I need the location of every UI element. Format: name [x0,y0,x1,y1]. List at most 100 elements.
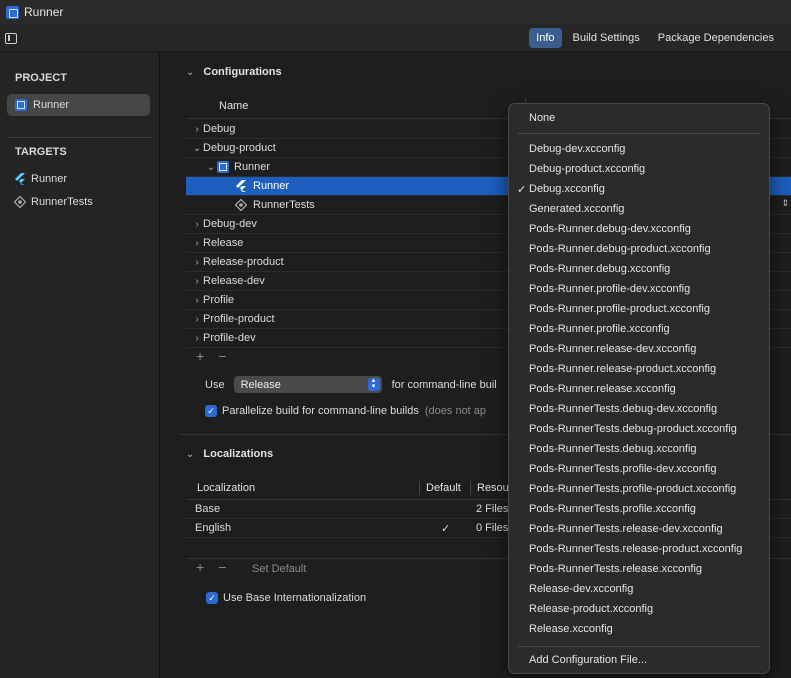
chevron-right-icon[interactable]: › [191,333,203,344]
test-target-icon [14,196,26,208]
menu-item[interactable]: Pods-RunnerTests.release.xcconfig [529,559,702,579]
chevron-down-icon[interactable]: ⌄ [186,67,194,78]
menu-item-none[interactable]: None [529,108,555,128]
menu-item[interactable]: Pods-Runner.profile.xcconfig [529,319,670,339]
tab-package-dependencies[interactable]: Package Dependencies [651,28,781,48]
default-check: ✓ [441,523,451,535]
menu-item[interactable]: Release-product.xcconfig [529,599,653,619]
config-name: Profile [203,294,235,306]
sidebar-item-label: Runner [31,173,68,185]
resources-column-header[interactable]: Resou [477,482,509,494]
menu-item[interactable]: Pods-Runner.profile-product.xcconfig [529,299,710,319]
localization-name: English [195,522,232,534]
parallelize-checkbox[interactable]: ✓ [205,405,217,417]
add-icon[interactable]: + [196,559,204,575]
chevron-down-icon[interactable]: ⌄ [191,143,203,154]
menu-item[interactable]: Pods-RunnerTests.profile-product.xcconfi… [529,479,736,499]
localization-add-remove: + − [196,559,226,575]
localization-column-header[interactable]: Localization [197,482,255,494]
menu-item[interactable]: Pods-Runner.debug-dev.xcconfig [529,219,691,239]
menu-item[interactable]: Pods-RunnerTests.profile-dev.xcconfig [529,459,717,479]
chevron-right-icon[interactable]: › [191,124,203,135]
config-name: Release-dev [203,275,265,287]
tab-build-settings[interactable]: Build Settings [566,28,647,48]
menu-item[interactable]: Pods-RunnerTests.debug-product.xcconfig [529,419,737,439]
test-target-icon [235,199,247,211]
chevron-down-icon[interactable]: ⌄ [205,162,217,173]
configurations-title: Configurations [203,66,282,78]
menu-item[interactable]: Release-dev.xcconfig [529,579,633,599]
chevron-right-icon[interactable]: › [191,276,203,287]
localizations-header[interactable]: ⌄ Localizations [186,448,273,460]
chevron-right-icon[interactable]: › [191,219,203,230]
config-name: Runner [253,180,290,192]
chevron-down-icon[interactable]: ⌄ [186,449,194,460]
parallelize-row: ✓ Parallelize build for command-line bui… [205,405,486,417]
menu-item[interactable]: Pods-RunnerTests.release-dev.xcconfig [529,519,723,539]
column-divider [470,481,471,495]
remove-icon[interactable]: − [218,559,226,575]
menu-item[interactable]: Pods-Runner.debug.xcconfig [529,259,670,279]
popup-arrows-icon[interactable]: ⇕ [781,198,789,209]
config-name: Release [203,237,244,249]
menu-item[interactable]: Release.xcconfig [529,619,613,639]
sidebar-toggle-icon[interactable] [5,33,17,44]
command-line-config-row: Use Release ▴ ▾ for command-line buil [205,376,497,393]
menu-item[interactable]: Debug-product.xcconfig [529,159,645,179]
popup-arrows-icon: ▴ ▾ [367,377,380,391]
resources-count: 2 Files [476,503,509,515]
use-suffix-label: for command-line buil [391,378,497,391]
editor-tabs: Info Build Settings Package Dependencies [529,28,791,48]
menu-item[interactable]: Pods-Runner.release-product.xcconfig [529,359,716,379]
menu-item[interactable]: Pods-Runner.debug-product.xcconfig [529,239,711,259]
use-base-row: ✓ Use Base Internationalization [206,592,366,604]
menu-item[interactable]: Pods-Runner.profile-dev.xcconfig [529,279,690,299]
menu-item[interactable]: Pods-RunnerTests.profile.xcconfig [529,499,696,519]
configurations-header[interactable]: ⌄ Configurations [186,66,282,78]
chevron-right-icon[interactable]: › [191,314,203,325]
chevron-right-icon[interactable]: › [191,295,203,306]
default-column-header[interactable]: Default [426,482,461,494]
use-base-checkbox[interactable]: ✓ [206,592,218,604]
chevron-right-icon[interactable]: › [191,238,203,249]
menu-item[interactable]: Pods-RunnerTests.release-product.xcconfi… [529,539,742,559]
sidebar-item-label: RunnerTests [31,196,93,208]
xcode-project-icon [6,5,19,19]
targets-section-title: TARGETS [15,146,67,158]
tab-info[interactable]: Info [529,28,562,48]
column-divider [419,481,420,495]
menu-item[interactable]: Pods-Runner.release-dev.xcconfig [529,339,696,359]
config-add-remove: + − [196,348,226,364]
menu-separator [518,646,761,647]
menu-item[interactable]: Pods-Runner.release.xcconfig [529,379,676,399]
remove-icon[interactable]: − [218,348,226,364]
menu-separator [518,133,761,134]
xcconfig-popup-menu: None Debug-dev.xcconfig Debug-product.xcc… [508,103,770,674]
set-default-button[interactable]: Set Default [252,563,306,575]
sidebar-item-label: Runner [33,99,70,111]
checkmark-icon: ✓ [517,184,527,196]
sidebar-item-target-runner[interactable]: Runner [14,170,67,188]
config-name: Runner [234,161,271,173]
flutter-icon [15,173,25,185]
menu-item[interactable]: Pods-RunnerTests.debug-dev.xcconfig [529,399,717,419]
project-section-title: PROJECT [15,72,67,84]
editor-toolbar: Info Build Settings Package Dependencies [0,24,791,52]
chevron-right-icon[interactable]: › [191,257,203,268]
xcode-project-icon [217,161,229,173]
menu-item[interactable]: Debug.xcconfig [529,179,605,199]
command-line-config-select[interactable]: Release ▴ ▾ [233,376,382,393]
menu-item-add-configuration-file[interactable]: Add Configuration File... [529,650,647,670]
sidebar-item-project-runner[interactable]: Runner [7,94,150,116]
parallelize-label: Parallelize build for command-line build… [222,405,419,417]
sidebar-item-target-runnertests[interactable]: RunnerTests [14,193,93,211]
resources-count: 0 Files [476,522,509,534]
use-base-label: Use Base Internationalization [223,592,367,604]
config-name: Profile-product [203,313,275,325]
menu-item[interactable]: Debug-dev.xcconfig [529,139,625,159]
menu-item[interactable]: Pods-RunnerTests.debug.xcconfig [529,439,697,459]
name-column-header[interactable]: Name [219,100,248,112]
add-icon[interactable]: + [196,348,204,364]
localizations-title: Localizations [203,448,274,460]
menu-item[interactable]: Generated.xcconfig [529,199,624,219]
